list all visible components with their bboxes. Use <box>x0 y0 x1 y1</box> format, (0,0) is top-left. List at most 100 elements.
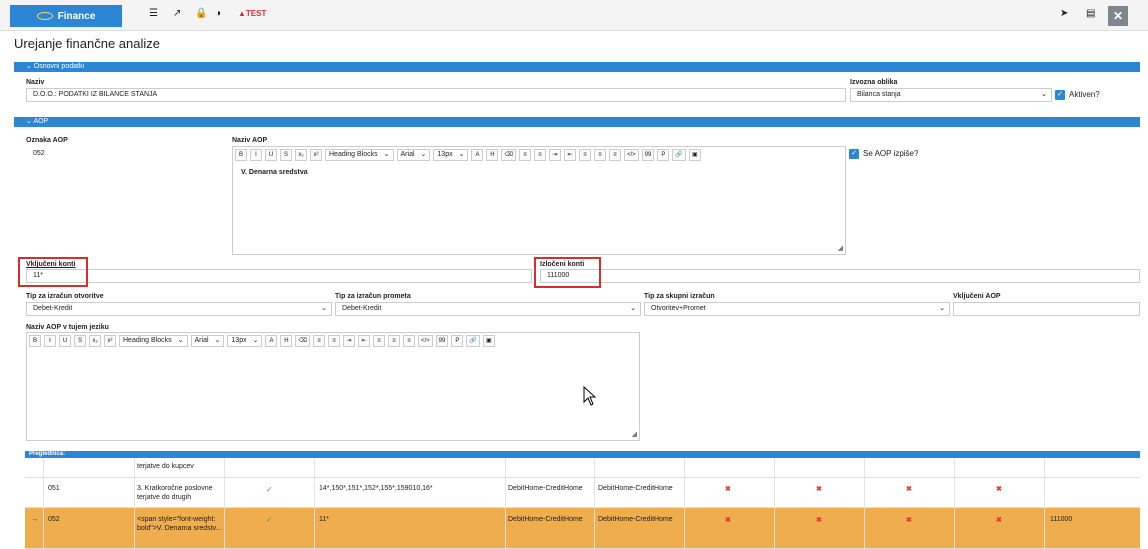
naziv-label: Naziv <box>26 79 45 86</box>
superscript-button[interactable]: x² <box>104 335 116 347</box>
heading-select[interactable]: Heading Blocks ⌄ <box>325 149 394 161</box>
code-button[interactable]: </> <box>623 149 639 161</box>
indent-icon[interactable]: ⇥ <box>342 335 355 347</box>
paragraph-button[interactable]: P <box>451 335 464 347</box>
naziv-input[interactable]: D.O.O.: PODATKI IZ BILANCE STANJA <box>26 88 846 102</box>
align-center-icon[interactable]: ≡ <box>593 149 606 161</box>
font-select[interactable]: Arial ⌄ <box>396 149 431 161</box>
code-button[interactable]: </> <box>417 335 433 347</box>
subscript-button[interactable]: x₂ <box>89 335 101 347</box>
oznaka-aop-input[interactable]: 052 <box>26 147 226 161</box>
tip-otvoritve-select[interactable]: Debet-Kredit ⌄ <box>26 302 332 316</box>
row-konti: 11* <box>319 516 329 523</box>
send-icon[interactable]: ➤ <box>1060 8 1068 19</box>
test-badge[interactable]: ▲TEST <box>238 9 266 18</box>
tip-otvoritve-label: Tip za izračun otvoritve <box>26 293 104 300</box>
resize-handle-icon[interactable]: ◢ <box>838 244 843 252</box>
aktiven-checkbox[interactable]: ✓ <box>1055 90 1065 100</box>
aktiven-label: Aktiven? <box>1069 90 1100 99</box>
align-center-icon[interactable]: ≡ <box>387 335 400 347</box>
chevron-down-icon: ⌄ <box>177 337 184 344</box>
eraser-icon[interactable]: ⌫ <box>295 335 310 347</box>
bold-button[interactable]: B <box>235 149 247 161</box>
font-color-button[interactable]: A <box>471 149 484 161</box>
eraser-icon[interactable]: ⌫ <box>501 149 516 161</box>
mouse-cursor-icon <box>583 386 597 406</box>
tip-skupni-select[interactable]: Otvoritev+Promet ⌄ <box>644 302 950 316</box>
align-right-icon[interactable]: ≡ <box>402 335 415 347</box>
table-row[interactable]: 051 3. Kratkoročne poslovne terjatve do … <box>25 478 1140 508</box>
vkljuceni-konti-input[interactable]: 11* <box>26 269 532 283</box>
row-code: 051 <box>48 485 60 492</box>
table-row[interactable]: terjatve do kupcev <box>25 458 1140 478</box>
italic-button[interactable]: I <box>44 335 56 347</box>
chevron-down-icon: ⌄ <box>939 305 945 312</box>
paragraph-button[interactable]: P <box>657 149 670 161</box>
section-aop[interactable]: ⌄ AOP <box>14 117 1140 127</box>
quote-button[interactable]: 99 <box>435 335 449 347</box>
x-icon: ✖ <box>996 517 1002 524</box>
vkljuceni-aop-input[interactable] <box>953 302 1140 316</box>
ordered-list-icon[interactable]: ≡ <box>312 335 325 347</box>
indent-icon[interactable]: ⇥ <box>548 149 561 161</box>
resize-handle-icon[interactable]: ◢ <box>632 430 637 438</box>
image-icon[interactable]: ▣ <box>688 149 701 161</box>
tip-prometa-select[interactable]: Debet-Kredit ⌄ <box>335 302 641 316</box>
heading-select[interactable]: Heading Blocks ⌄ <box>119 335 188 347</box>
editor-toolbar: B I U S x₂ x² Heading Blocks ⌄ Arial ⌄ 13p… <box>29 335 495 347</box>
outdent-icon[interactable]: ⇤ <box>563 149 576 161</box>
align-left-icon[interactable]: ≡ <box>372 335 385 347</box>
lock-icon[interactable]: 🔒 <box>195 8 207 19</box>
ordered-list-icon[interactable]: ≡ <box>518 149 531 161</box>
list-icon[interactable]: ☰ <box>149 8 158 19</box>
heading-value: Heading Blocks <box>329 151 378 158</box>
izvozna-oblika-select[interactable]: Bilanca stanja ⌄ <box>850 88 1052 102</box>
bullet-list-icon[interactable]: ≡ <box>533 149 546 161</box>
underline-button[interactable]: U <box>59 335 71 347</box>
page-title: Urejanje finančne analize <box>14 36 160 51</box>
size-select[interactable]: 13px ⌄ <box>433 149 469 161</box>
test-label: TEST <box>245 9 267 18</box>
align-left-icon[interactable]: ≡ <box>578 149 591 161</box>
bullet-list-icon[interactable]: ≡ <box>327 335 340 347</box>
grid-divider <box>1044 458 1045 549</box>
quote-button[interactable]: 99 <box>641 149 655 161</box>
table-row-selected[interactable]: → 052 <span style="font-weight: bold">V.… <box>25 508 1140 549</box>
font-color-button[interactable]: A <box>265 335 278 347</box>
image-icon[interactable]: ▣ <box>482 335 495 347</box>
section-label: Osnovni podatki <box>33 63 85 70</box>
external-link-icon[interactable]: ↗ <box>173 8 181 19</box>
section-osnovni-podatki[interactable]: ⌄ Osnovni podatki <box>14 62 1140 72</box>
bold-button[interactable]: B <box>29 335 41 347</box>
row-name: terjatve do kupcev <box>137 463 194 470</box>
row-konti: 14*,150*,151*,152*,155*,159010,16* <box>319 485 433 492</box>
font-select[interactable]: Arial ⌄ <box>190 335 225 347</box>
strike-button[interactable]: S <box>280 149 292 161</box>
contrast-icon[interactable]: ◑ <box>215 8 221 19</box>
editor-toolbar: B I U S x₂ x² Heading Blocks ⌄ Arial ⌄ 13p… <box>235 149 701 161</box>
chevron-down-icon: ⌄ <box>458 151 465 158</box>
subscript-button[interactable]: x₂ <box>295 149 307 161</box>
strike-button[interactable]: S <box>74 335 86 347</box>
editor-content[interactable]: V. Denarna sredstva <box>241 169 308 176</box>
underline-button[interactable]: U <box>265 149 277 161</box>
x-icon: ✖ <box>725 517 731 524</box>
naziv-aop-editor[interactable]: B I U S x₂ x² Heading Blocks ⌄ Arial ⌄ 13p… <box>232 146 846 255</box>
izloceni-konti-input[interactable]: 111000 <box>540 269 1140 283</box>
naziv-tuji-label: Naziv AOP v tujem jeziku <box>26 324 109 331</box>
brand-button[interactable]: Finance <box>10 5 122 27</box>
izpise-checkbox[interactable]: ✓ <box>849 149 859 159</box>
italic-button[interactable]: I <box>250 149 262 161</box>
menu-icon[interactable]: ▤ <box>1086 8 1095 19</box>
outdent-icon[interactable]: ⇤ <box>357 335 370 347</box>
align-right-icon[interactable]: ≡ <box>608 149 621 161</box>
size-select[interactable]: 13px ⌄ <box>227 335 263 347</box>
highlight-button[interactable]: H <box>280 335 293 347</box>
naziv-tuji-editor[interactable]: B I U S x₂ x² Heading Blocks ⌄ Arial ⌄ 13p… <box>26 332 640 441</box>
highlight-button[interactable]: H <box>486 149 499 161</box>
link-icon[interactable]: 🔗 <box>466 335 480 347</box>
superscript-button[interactable]: x² <box>310 149 322 161</box>
close-icon[interactable]: ✕ <box>1108 6 1128 26</box>
section-label: AOP <box>33 118 49 125</box>
link-icon[interactable]: 🔗 <box>672 149 686 161</box>
